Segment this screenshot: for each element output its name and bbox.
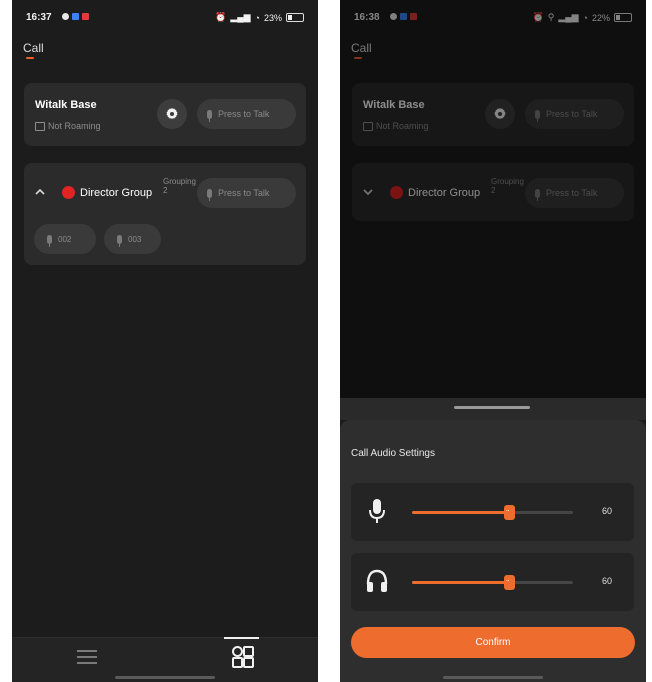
home-indicator[interactable] bbox=[443, 676, 543, 679]
group-status-indicator bbox=[62, 186, 75, 199]
active-tab-indicator bbox=[224, 637, 259, 639]
app-notification-icon bbox=[72, 13, 79, 20]
earpiece-volume-slider[interactable] bbox=[412, 575, 573, 590]
member-id: 002 bbox=[58, 234, 72, 244]
apps-grid-icon bbox=[232, 657, 243, 668]
earpiece-volume-row: 60 bbox=[351, 553, 634, 611]
list-icon bbox=[77, 662, 97, 664]
microphone-volume-row: 60 bbox=[351, 483, 634, 541]
chevron-up-icon[interactable] bbox=[35, 187, 45, 197]
sheet-drag-handle[interactable] bbox=[454, 406, 530, 409]
wifi-icon: ◔ bbox=[254, 12, 260, 23]
chat-icon bbox=[62, 13, 69, 20]
slider-thumb[interactable] bbox=[503, 505, 515, 520]
apps-grid-icon bbox=[243, 646, 254, 657]
title-underline bbox=[26, 57, 34, 59]
app-notification-icon bbox=[82, 13, 89, 20]
slider-fill bbox=[412, 511, 509, 514]
apps-grid-icon bbox=[243, 657, 254, 668]
microphone-volume-slider[interactable] bbox=[412, 505, 573, 520]
nav-list-tab[interactable] bbox=[77, 647, 97, 667]
headphones-icon bbox=[366, 569, 388, 592]
list-icon bbox=[77, 650, 97, 652]
group-name: Director Group bbox=[80, 187, 153, 199]
base-settings-button[interactable] bbox=[157, 99, 187, 129]
home-indicator[interactable] bbox=[115, 676, 215, 679]
slider-fill bbox=[412, 581, 509, 584]
nav-apps-tab[interactable] bbox=[232, 646, 254, 668]
grouping-label: Grouping 2 bbox=[163, 177, 196, 195]
battery-icon bbox=[286, 13, 304, 22]
notification-icons bbox=[62, 13, 89, 20]
member-talk-button[interactable]: 002 bbox=[34, 224, 96, 254]
member-talk-button[interactable]: 003 bbox=[104, 224, 161, 254]
phone-screen-call-list: 16:37 ⏰ ▂▄▆ ◔ 23% Call Witalk Base Not R… bbox=[12, 0, 318, 682]
microphone-icon bbox=[47, 234, 52, 247]
modal-backdrop[interactable] bbox=[340, 0, 646, 400]
press-to-talk-label: Press to Talk bbox=[218, 188, 270, 198]
sheet-title: Call Audio Settings bbox=[351, 448, 435, 459]
roaming-status-text: Not Roaming bbox=[48, 121, 101, 131]
phone-screen-audio-settings: 16:38 ⏰ ⚲ ▂▄▆ ◔ 22% Call Witalk Base Not… bbox=[340, 0, 646, 682]
list-icon bbox=[77, 656, 97, 658]
earpiece-volume-value: 60 bbox=[602, 576, 613, 586]
status-time: 16:37 bbox=[26, 12, 52, 23]
confirm-button[interactable]: Confirm bbox=[351, 627, 635, 658]
base-station-card: Witalk Base Not Roaming Press to Talk bbox=[24, 83, 306, 146]
microphone-icon bbox=[369, 499, 385, 523]
page-title-text: Call bbox=[23, 41, 44, 55]
audio-settings-sheet: Call Audio Settings 60 60 bbox=[340, 420, 646, 682]
microphone-icon bbox=[207, 109, 212, 122]
battery-percent: 23% bbox=[263, 12, 282, 23]
microphone-icon bbox=[117, 234, 122, 247]
status-bar: 16:37 ⏰ ▂▄▆ ◔ 23% bbox=[12, 0, 318, 26]
group-card: Director Group Grouping 2 Press to Talk … bbox=[24, 163, 306, 265]
roaming-status: Not Roaming bbox=[35, 121, 101, 131]
group-press-to-talk-button[interactable]: Press to Talk bbox=[197, 178, 296, 208]
microphone-volume-value: 60 bbox=[602, 506, 613, 516]
member-id: 003 bbox=[128, 234, 142, 244]
base-station-name: Witalk Base bbox=[35, 99, 97, 111]
gear-icon bbox=[166, 107, 178, 120]
press-to-talk-label: Press to Talk bbox=[218, 109, 270, 119]
alarm-icon: ⏰ bbox=[215, 12, 227, 22]
microphone-icon bbox=[207, 188, 212, 201]
sheet-drag-area[interactable] bbox=[340, 398, 646, 420]
roaming-icon bbox=[35, 121, 45, 131]
base-press-to-talk-button[interactable]: Press to Talk bbox=[197, 99, 296, 129]
system-status-icons: ⏰ ▂▄▆ ◔ 23% bbox=[215, 12, 304, 23]
signal-icon: ▂▄▆ bbox=[230, 12, 251, 22]
apps-grid-icon bbox=[232, 646, 243, 657]
slider-thumb[interactable] bbox=[503, 575, 515, 590]
page-title: Call bbox=[23, 41, 44, 59]
